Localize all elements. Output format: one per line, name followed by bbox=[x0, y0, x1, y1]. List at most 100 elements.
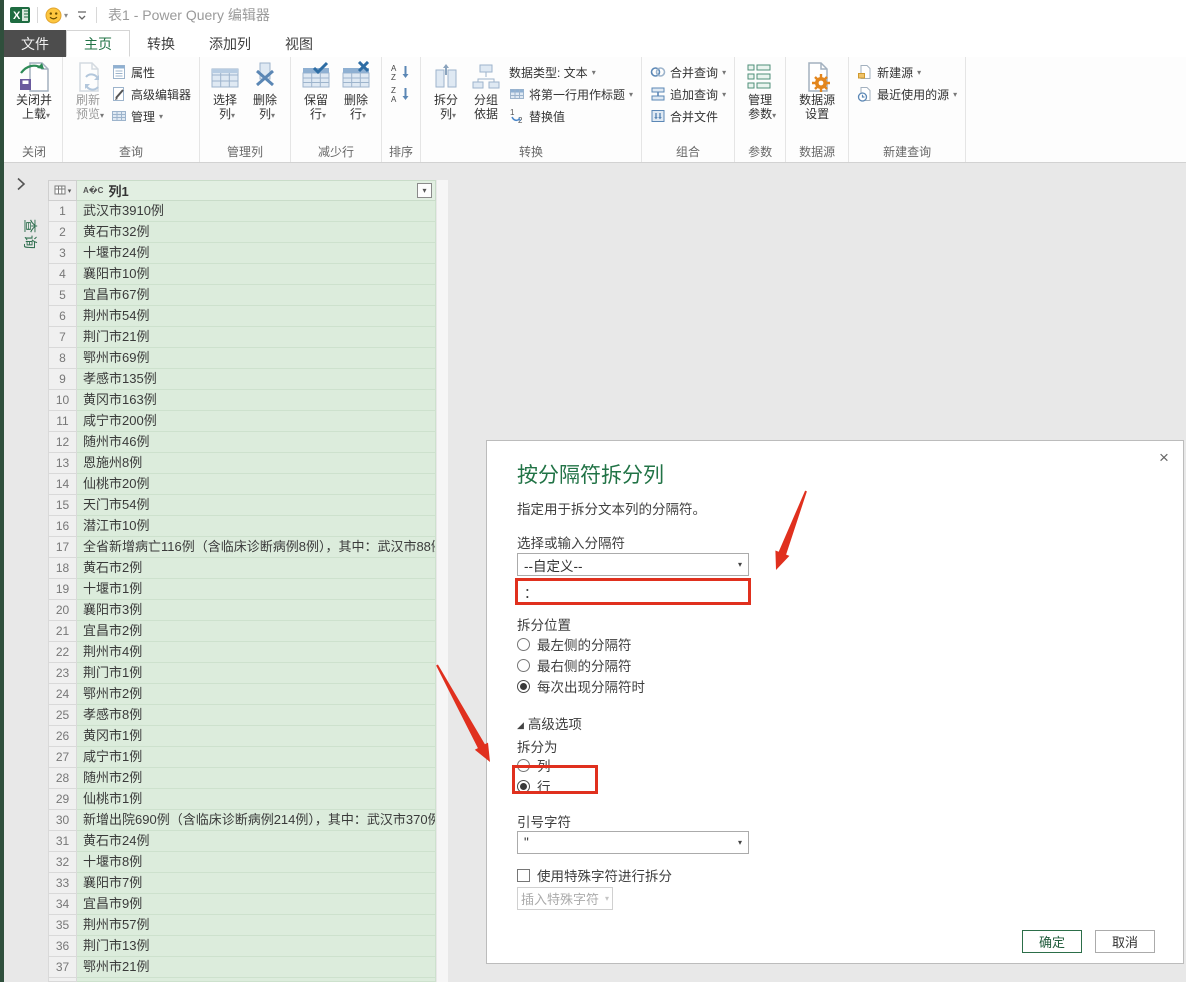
row-value[interactable]: 宜昌市9例 bbox=[77, 894, 436, 915]
table-row[interactable]: 18 黄石市2例 bbox=[48, 558, 436, 579]
row-value[interactable]: 新增出院690例（含临床诊断病例214例），其中：武汉市370例 bbox=[77, 810, 436, 831]
sort-ascending-button[interactable]: A Z bbox=[387, 61, 415, 83]
recent-sources-button[interactable]: 最近使用的源 ▾ bbox=[854, 83, 960, 105]
table-row[interactable]: 34 宜昌市9例 bbox=[48, 894, 436, 915]
table-row[interactable]: 12 随州市46例 bbox=[48, 432, 436, 453]
table-row[interactable]: 6 荆州市54例 bbox=[48, 306, 436, 327]
dialog-close-icon[interactable]: × bbox=[1153, 447, 1175, 469]
table-row[interactable]: 9 孝感市135例 bbox=[48, 369, 436, 390]
table-row[interactable]: 17 全省新增病亡116例（含临床诊断病例8例），其中：武汉市88例 bbox=[48, 537, 436, 558]
table-row[interactable]: 14 仙桃市20例 bbox=[48, 474, 436, 495]
row-value[interactable]: 咸宁市1例 bbox=[77, 747, 436, 768]
table-row[interactable]: 37 鄂州市21例 bbox=[48, 957, 436, 978]
table-row[interactable]: 30 新增出院690例（含临床诊断病例214例），其中：武汉市370例 bbox=[48, 810, 436, 831]
table-row[interactable]: 4 襄阳市10例 bbox=[48, 264, 436, 285]
data-type-button[interactable]: 数据类型: 文本 ▾ bbox=[506, 61, 636, 83]
row-value[interactable]: 鄂州市69例 bbox=[77, 348, 436, 369]
row-value[interactable]: 黄冈市1例 bbox=[77, 726, 436, 747]
row-value[interactable]: 咸宁市200例 bbox=[77, 411, 436, 432]
table-row[interactable]: 35 荆州市57例 bbox=[48, 915, 436, 936]
table-row[interactable]: 3 十堰市24例 bbox=[48, 243, 436, 264]
tab-home[interactable]: 主页 bbox=[66, 30, 130, 57]
row-value[interactable]: 荆州市4例 bbox=[77, 642, 436, 663]
remove-rows-button[interactable]: 删除行▾ bbox=[336, 60, 376, 124]
data-source-settings-button[interactable]: 数据源设置 bbox=[791, 60, 843, 122]
radio-rightmost-delimiter[interactable]: 最右侧的分隔符 bbox=[517, 656, 632, 674]
row-value[interactable]: 随州市46例 bbox=[77, 432, 436, 453]
table-row[interactable]: 29 仙桃市1例 bbox=[48, 789, 436, 810]
row-value[interactable]: 黄石市2例 bbox=[77, 558, 436, 579]
row-value[interactable]: 宜昌市67例 bbox=[77, 285, 436, 306]
tab-transform[interactable]: 转换 bbox=[130, 30, 192, 57]
remove-columns-button[interactable]: 删除列▾ bbox=[245, 60, 285, 124]
table-row[interactable]: 25 孝感市8例 bbox=[48, 705, 436, 726]
table-row[interactable]: 22 荆州市4例 bbox=[48, 642, 436, 663]
table-row[interactable]: 24 鄂州市2例 bbox=[48, 684, 436, 705]
table-row[interactable]: 15 天门市54例 bbox=[48, 495, 436, 516]
row-value[interactable]: 荆州市57例 bbox=[77, 915, 436, 936]
row-value[interactable]: 鄂州市21例 bbox=[77, 957, 436, 978]
new-source-button[interactable]: 新建源 ▾ bbox=[854, 61, 960, 83]
advanced-options-toggle[interactable]: ◢高级选项 bbox=[517, 713, 582, 733]
ok-button[interactable]: 确定 bbox=[1022, 930, 1082, 953]
table-row[interactable]: 16 潜江市10例 bbox=[48, 516, 436, 537]
table-row[interactable]: 28 随州市2例 bbox=[48, 768, 436, 789]
column-header-col1[interactable]: A�C 列1 ▾ bbox=[77, 180, 436, 201]
custom-delimiter-input[interactable]: ： bbox=[515, 578, 751, 605]
cancel-button[interactable]: 取消 bbox=[1095, 930, 1155, 953]
special-characters-checkbox-row[interactable]: 使用特殊字符进行拆分 bbox=[517, 865, 672, 885]
use-first-row-as-headers-button[interactable]: 将第一行用作标题 ▾ bbox=[506, 83, 636, 105]
table-row[interactable]: 36 荆门市13例 bbox=[48, 936, 436, 957]
radio-icon[interactable] bbox=[517, 638, 530, 651]
row-value[interactable]: 黄石市32例 bbox=[77, 222, 436, 243]
row-value[interactable]: 孝感市135例 bbox=[77, 369, 436, 390]
row-value[interactable]: 襄阳市10例 bbox=[77, 264, 436, 285]
combine-files-button[interactable]: 合并文件 bbox=[647, 105, 729, 127]
expand-pane-chevron-icon[interactable] bbox=[14, 176, 28, 192]
radio-icon[interactable] bbox=[517, 759, 530, 772]
row-value[interactable]: 十堰市24例 bbox=[77, 243, 436, 264]
collapse-ribbon-icon[interactable] bbox=[75, 8, 89, 22]
table-row[interactable]: 32 十堰市8例 bbox=[48, 852, 436, 873]
row-value[interactable]: 荆门市21例 bbox=[77, 327, 436, 348]
radio-icon[interactable] bbox=[517, 659, 530, 672]
row-value[interactable]: 荆门市13例 bbox=[77, 936, 436, 957]
table-row[interactable]: 33 襄阳市7例 bbox=[48, 873, 436, 894]
keep-rows-button[interactable]: 保留行▾ bbox=[296, 60, 336, 124]
table-row[interactable]: 19 十堰市1例 bbox=[48, 579, 436, 600]
table-row[interactable]: 2 黄石市32例 bbox=[48, 222, 436, 243]
table-row[interactable]: 10 黄冈市163例 bbox=[48, 390, 436, 411]
radio-each-occurrence[interactable]: 每次出现分隔符时 bbox=[517, 677, 645, 695]
radio-split-into-rows[interactable]: 行 bbox=[517, 777, 551, 795]
table-row[interactable]: 11 咸宁市200例 bbox=[48, 411, 436, 432]
table-row[interactable]: 5 宜昌市67例 bbox=[48, 285, 436, 306]
row-value[interactable]: 鄂州市2例 bbox=[77, 684, 436, 705]
checkbox-unchecked-icon[interactable] bbox=[517, 869, 530, 882]
table-row[interactable]: 13 恩施州8例 bbox=[48, 453, 436, 474]
quote-character-select[interactable]: " ▾ bbox=[517, 831, 749, 854]
manage-button[interactable]: 管理 ▾ bbox=[108, 105, 194, 127]
row-value[interactable]: 黄石市24例 bbox=[77, 831, 436, 852]
column-filter-button[interactable]: ▾ bbox=[417, 183, 432, 198]
table-row[interactable]: 31 黄石市24例 bbox=[48, 831, 436, 852]
radio-selected-icon[interactable] bbox=[517, 680, 530, 693]
table-row[interactable]: 20 襄阳市3例 bbox=[48, 600, 436, 621]
merge-queries-button[interactable]: 合并查询 ▾ bbox=[647, 61, 729, 83]
tab-file[interactable]: 文件 bbox=[4, 30, 66, 57]
tab-add-column[interactable]: 添加列 bbox=[192, 30, 268, 57]
delimiter-select[interactable]: --自定义-- ▾ bbox=[517, 553, 749, 576]
row-value[interactable]: 荆门市1例 bbox=[77, 663, 436, 684]
tab-view[interactable]: 视图 bbox=[268, 30, 330, 57]
radio-selected-icon[interactable] bbox=[517, 780, 530, 793]
row-value[interactable]: 仙桃市20例 bbox=[77, 474, 436, 495]
row-value[interactable]: 全省新增病亡116例（含临床诊断病例8例），其中：武汉市88例 bbox=[77, 537, 436, 558]
sort-descending-button[interactable]: Z A bbox=[387, 83, 415, 105]
table-row[interactable]: 21 宜昌市2例 bbox=[48, 621, 436, 642]
close-and-load-button[interactable]: 关闭并上载▾ bbox=[11, 60, 57, 124]
table-row[interactable]: 27 咸宁市1例 bbox=[48, 747, 436, 768]
replace-values-button[interactable]: 1 2 替换值 bbox=[506, 105, 636, 127]
row-value[interactable]: 天门市54例 bbox=[77, 495, 436, 516]
row-value[interactable]: 十堰市8例 bbox=[77, 852, 436, 873]
row-value[interactable]: 潜江市10例 bbox=[77, 516, 436, 537]
properties-button[interactable]: 属性 bbox=[108, 61, 194, 83]
